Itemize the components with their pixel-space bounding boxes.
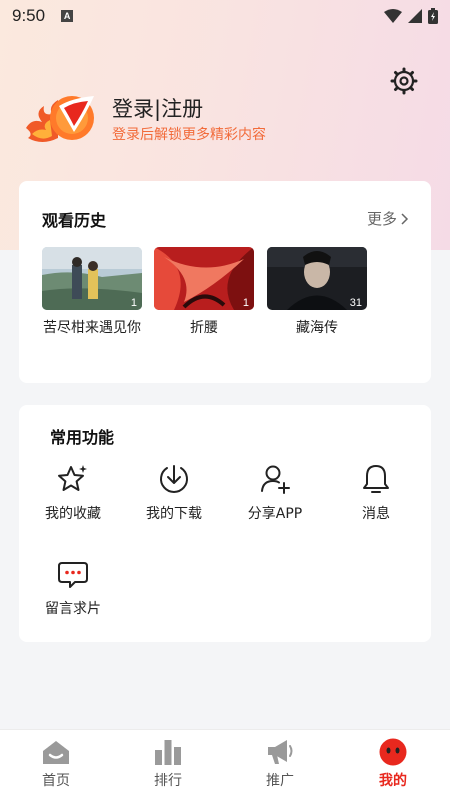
- episode-badge: 31: [349, 297, 362, 309]
- favorites-label: 我的收藏: [45, 506, 101, 522]
- app-logo[interactable]: [22, 88, 100, 148]
- request-movie-button[interactable]: 留言求片: [28, 558, 118, 618]
- history-thumbnail[interactable]: 1: [154, 247, 254, 310]
- settings-gear-icon[interactable]: [390, 67, 418, 95]
- login-subtitle: 登录后解锁更多精彩内容: [112, 127, 266, 143]
- tab-ranking-label: 排行: [154, 773, 182, 789]
- tab-mine-label: 我的: [379, 773, 407, 789]
- tab-home-label: 首页: [42, 773, 70, 789]
- more-link[interactable]: 更多: [367, 208, 409, 229]
- history-thumbnail[interactable]: 1: [42, 247, 142, 310]
- wifi-icon: [384, 9, 402, 23]
- downloads-label: 我的下载: [146, 506, 202, 522]
- messages-button[interactable]: 消息: [331, 463, 421, 523]
- signal-icon: [408, 9, 422, 23]
- status-time: 9:50: [12, 6, 46, 25]
- megaphone-icon: [268, 740, 293, 764]
- chat-icon: [58, 562, 88, 588]
- ranking-icon: [155, 740, 181, 765]
- downloads-button[interactable]: 我的下载: [129, 463, 219, 523]
- share-app-label: 分享APP: [247, 506, 303, 522]
- tab-mine[interactable]: 我的: [353, 738, 433, 790]
- tab-promote[interactable]: 推广: [240, 738, 320, 790]
- history-item-title[interactable]: 折腰: [154, 318, 254, 339]
- request-movie-label: 留言求片: [45, 601, 101, 617]
- history-item-title[interactable]: 藏海传: [267, 318, 367, 339]
- tab-ranking[interactable]: 排行: [128, 738, 208, 790]
- history-thumbnail[interactable]: 31: [267, 247, 367, 310]
- notification-a-icon: A: [61, 10, 74, 22]
- episode-badge: 1: [242, 297, 249, 309]
- history-poster-image: [154, 247, 254, 310]
- share-app-button[interactable]: 分享APP: [230, 463, 320, 523]
- common-functions-card: 常用功能 我的收藏 我的下载 分享APP 消息 留言求片: [19, 405, 431, 642]
- battery-icon: [428, 8, 438, 24]
- favorites-button[interactable]: 我的收藏: [28, 463, 118, 523]
- download-icon: [160, 465, 188, 493]
- tab-home[interactable]: 首页: [16, 738, 96, 790]
- profile-icon: [379, 738, 407, 766]
- home-icon: [43, 741, 69, 764]
- watch-history-title: 观看历史: [42, 211, 107, 230]
- share-user-icon: [261, 465, 290, 494]
- login-register-title[interactable]: 登录|注册: [112, 93, 203, 123]
- bottom-tab-bar: 首页 排行 推广 我的: [0, 729, 450, 800]
- messages-label: 消息: [362, 506, 390, 522]
- star-icon: [58, 465, 87, 491]
- history-item-title[interactable]: 苦尽柑来遇见你: [42, 318, 142, 339]
- bell-icon: [363, 465, 389, 493]
- episode-badge: 1: [130, 297, 137, 309]
- history-poster-image: [42, 247, 142, 310]
- watch-history-card: 观看历史 更多 1 苦尽柑来遇见你 1 折腰 31 藏海传: [19, 181, 431, 383]
- tab-promote-label: 推广: [266, 773, 294, 789]
- common-functions-title: 常用功能: [50, 428, 115, 447]
- status-bar: 9:50 A: [0, 0, 450, 32]
- chevron-right-icon: [401, 212, 409, 225]
- more-label: 更多: [366, 210, 397, 228]
